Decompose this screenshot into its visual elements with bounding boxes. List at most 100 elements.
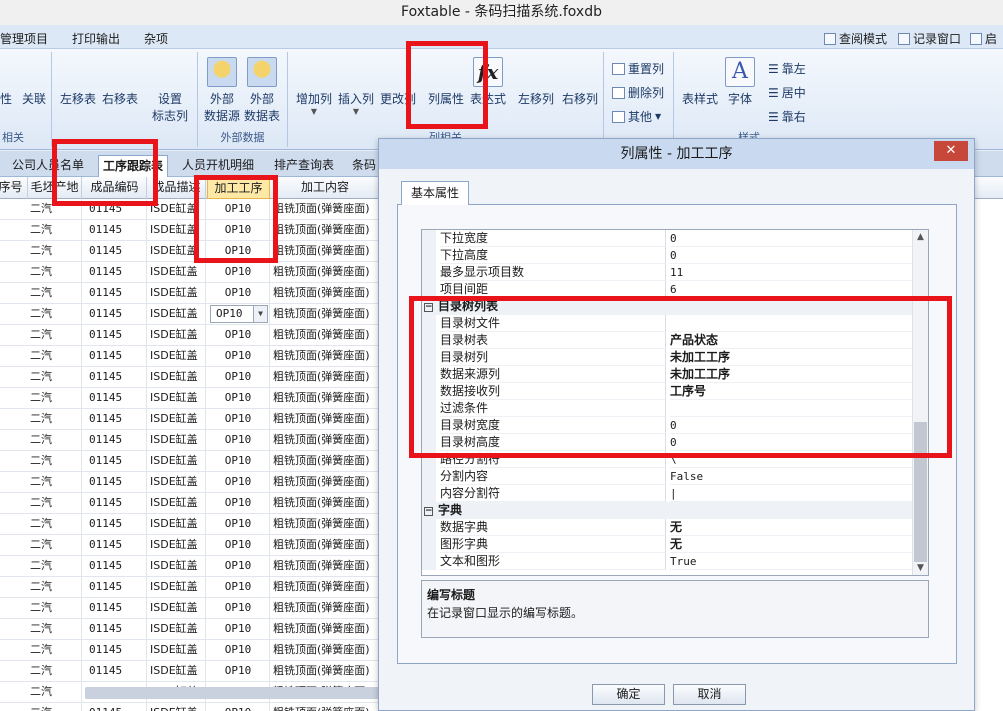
cell-content[interactable]: 粗铣顶面(弹簧座面): [271, 388, 380, 409]
cell-process[interactable]: OP10: [207, 493, 270, 514]
cell-content[interactable]: 粗铣顶面(弹簧座面): [271, 367, 380, 388]
cell-origin[interactable]: 二汽: [28, 493, 82, 514]
collapse-icon[interactable]: −: [424, 507, 433, 516]
cell-content[interactable]: 粗铣顶面(弹簧座面): [271, 199, 380, 220]
cell-product-code[interactable]: 01145: [83, 325, 147, 346]
table-row[interactable]: 二汽01145ISDE缸盖OP10粗铣顶面(弹簧座面): [0, 367, 380, 388]
add-column-button[interactable]: 增加列 ▼: [294, 57, 334, 264]
cell-process[interactable]: OP10: [207, 514, 270, 535]
external-datasource-button[interactable]: 外部 数据源: [202, 57, 242, 124]
cell-product-desc[interactable]: ISDE缸盖: [148, 661, 206, 682]
cell-origin[interactable]: 二汽: [28, 283, 82, 304]
property-row[interactable]: 最多显示项目数 11: [422, 264, 914, 281]
table-row[interactable]: 二汽01145ISDE缸盖OP10粗铣顶面(弹簧座面): [0, 325, 380, 346]
cell-product-desc[interactable]: ISDE缸盖: [148, 577, 206, 598]
cell-product-desc[interactable]: ISDE缸盖: [148, 409, 206, 430]
cell-origin[interactable]: 二汽: [28, 346, 82, 367]
scroll-up-icon[interactable]: ▲: [913, 230, 928, 244]
cell-product-desc[interactable]: ISDE缸盖: [148, 304, 206, 325]
insert-column-button[interactable]: 插入列 ▼: [336, 57, 376, 264]
cell-product-code[interactable]: 01145: [83, 283, 147, 304]
view-mode-button[interactable]: 查阅模式: [824, 30, 887, 47]
cell-process[interactable]: OP10: [207, 367, 270, 388]
properties-button[interactable]: 性: [0, 57, 24, 264]
cell-origin[interactable]: 二汽: [28, 220, 82, 241]
cell-content[interactable]: 粗铣顶面(弹簧座面): [271, 262, 380, 283]
table-row[interactable]: 二汽01145ISDE缸盖OP10粗铣顶面(弹簧座面): [0, 346, 380, 367]
cell-product-code[interactable]: 01145: [83, 619, 147, 640]
property-value[interactable]: 11: [670, 264, 914, 281]
property-value[interactable]: |: [670, 485, 914, 502]
cell-origin[interactable]: 二汽: [28, 409, 82, 430]
table-row[interactable]: 二汽01145ISDE缸盖OP10粗铣顶面(弹簧座面): [0, 241, 380, 262]
move-table-right-button[interactable]: 右移表: [100, 57, 140, 264]
cell-origin[interactable]: 二汽: [28, 241, 82, 262]
cell-product-code[interactable]: 01145: [83, 451, 147, 472]
cell-product-desc[interactable]: ISDE缸盖: [148, 262, 206, 283]
cell-product-code[interactable]: 01145: [83, 346, 147, 367]
cell-content[interactable]: 粗铣顶面(弹簧座面): [271, 304, 380, 325]
menu-item-print-output[interactable]: 打印输出: [72, 30, 120, 47]
delete-column-button[interactable]: 删除列: [612, 84, 664, 101]
cell-process[interactable]: OP10: [207, 283, 270, 304]
cell-product-desc[interactable]: ISDE缸盖: [148, 472, 206, 493]
cell-content[interactable]: 粗铣顶面(弹簧座面): [271, 535, 380, 556]
cell-product-code[interactable]: 01145: [83, 556, 147, 577]
table-row[interactable]: 二汽01145ISDE缸盖OP10粗铣顶面(弹簧座面): [0, 472, 380, 493]
font-button[interactable]: A 字体: [722, 57, 758, 107]
menu-item-misc[interactable]: 杂项: [144, 30, 168, 47]
table-style-button[interactable]: 表样式: [678, 57, 722, 264]
move-column-left-button[interactable]: 左移列: [514, 57, 558, 264]
cell-content[interactable]: 粗铣顶面(弹簧座面): [271, 409, 380, 430]
cell-product-desc[interactable]: ISDE缸盖: [148, 388, 206, 409]
tab-staff-machine-details[interactable]: 人员开机明细: [178, 155, 258, 177]
table-row[interactable]: 二汽01145ISDE缸盖OP10粗铣顶面(弹簧座面): [0, 514, 380, 535]
property-row[interactable]: 下拉宽度 0: [422, 230, 914, 247]
property-row[interactable]: 分割内容 False: [422, 468, 914, 485]
cell-content[interactable]: 粗铣顶面(弹簧座面): [271, 493, 380, 514]
cell-origin[interactable]: 二汽: [28, 325, 82, 346]
cell-product-desc[interactable]: ISDE缸盖: [148, 598, 206, 619]
cell-product-code[interactable]: 01145: [83, 640, 147, 661]
cell-process[interactable]: OP10: [207, 451, 270, 472]
table-row[interactable]: 二汽01145ISDE缸盖OP10粗铣顶面(弹簧座面): [0, 388, 380, 409]
cell-origin[interactable]: 二汽: [28, 556, 82, 577]
reset-column-button[interactable]: 重置列: [612, 60, 664, 77]
cell-product-desc[interactable]: ISDE缸盖: [148, 556, 206, 577]
cell-content[interactable]: 粗铣顶面(弹簧座面): [271, 577, 380, 598]
external-datatable-button[interactable]: 外部 数据表: [242, 57, 282, 124]
cell-process[interactable]: OP10: [207, 577, 270, 598]
cell-product-desc[interactable]: ISDE缸盖: [148, 703, 206, 711]
cell-product-code[interactable]: 01145: [83, 703, 147, 711]
tab-barcode[interactable]: 条码: [348, 155, 380, 177]
tab-schedule-query[interactable]: 排产查询表: [270, 155, 338, 177]
cell-origin[interactable]: 二汽: [28, 640, 82, 661]
chevron-down-icon[interactable]: ▼: [253, 306, 267, 322]
table-row[interactable]: 二汽01145ISDE缸盖 OP10 粗铣顶面(弹簧座面)OP10 ▼: [0, 304, 380, 325]
table-row[interactable]: 二汽01145ISDE缸盖OP10粗铣顶面(弹簧座面): [0, 493, 380, 514]
cell-process[interactable]: OP10: [207, 640, 270, 661]
table-row[interactable]: 二汽01145ISDE缸盖OP10粗铣顶面(弹簧座面): [0, 283, 380, 304]
property-row[interactable]: 内容分割符 |: [422, 485, 914, 502]
cell-process[interactable]: OP10: [207, 598, 270, 619]
table-row[interactable]: 二汽01145ISDE缸盖OP10粗铣顶面(弹簧座面): [0, 661, 380, 682]
cell-origin[interactable]: 二汽: [28, 598, 82, 619]
table-row[interactable]: 二汽01145ISDE缸盖OP10粗铣顶面(弹簧座面): [0, 451, 380, 472]
cell-process[interactable]: OP10: [207, 346, 270, 367]
move-table-left-button[interactable]: 左移表: [58, 57, 98, 264]
table-row[interactable]: 二汽01145ISDE缸盖OP10粗铣顶面(弹簧座面): [0, 640, 380, 661]
cell-origin[interactable]: 二汽: [28, 262, 82, 283]
property-row[interactable]: 数据字典无: [422, 519, 914, 536]
cell-origin[interactable]: 二汽: [28, 367, 82, 388]
cell-product-code[interactable]: 01145: [83, 472, 147, 493]
cell-product-code[interactable]: 01145: [83, 535, 147, 556]
cell-content[interactable]: 粗铣顶面(弹簧座面): [271, 283, 380, 304]
cell-origin[interactable]: 二汽: [28, 661, 82, 682]
cell-content[interactable]: 粗铣顶面(弹簧座面): [271, 220, 380, 241]
property-value[interactable]: True: [670, 553, 914, 570]
cell-origin[interactable]: 二汽: [28, 430, 82, 451]
move-column-right-button[interactable]: 右移列: [558, 57, 602, 264]
cell-product-desc[interactable]: ISDE缸盖: [148, 346, 206, 367]
cell-product-code[interactable]: 01145: [83, 493, 147, 514]
align-left-button[interactable]: ☰ 靠左: [768, 60, 806, 77]
